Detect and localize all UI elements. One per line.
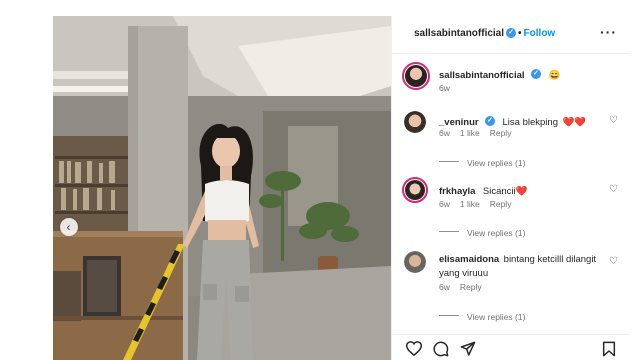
comments-panel: sallsabintanofficial ✓ • Follow ··· sallsab… [391, 16, 631, 360]
comment-avatar[interactable] [404, 111, 426, 133]
caption-time: 6w [439, 83, 450, 93]
post-photo[interactable] [53, 16, 391, 360]
action-bar [392, 334, 631, 360]
comment-username[interactable]: elisamaidona [439, 254, 499, 265]
page-margin-left [0, 0, 53, 360]
comment-meta: 6w 1 like Reply [439, 199, 521, 209]
caption-username[interactable]: sallsabintanofficial [439, 70, 525, 81]
chevron-left-icon: ‹ [66, 220, 71, 234]
view-replies-label: View replies (1) [467, 158, 526, 168]
view-replies-label: View replies (1) [467, 228, 526, 238]
post-header-user: sallsabintanofficial ✓ • Follow [414, 28, 555, 39]
comment-likes[interactable]: 1 like [460, 199, 480, 209]
comment-likes[interactable]: 1 like [460, 128, 480, 138]
reply-line [439, 231, 459, 233]
more-options-icon[interactable]: ··· [600, 24, 617, 40]
verified-badge-icon: ✓ [530, 68, 541, 79]
view-replies-button[interactable]: View replies (1) [439, 223, 525, 241]
post-header: sallsabintanofficial ✓ • Follow ··· [392, 16, 631, 54]
comment-username[interactable]: frkhayla [439, 186, 475, 197]
previous-image-button[interactable]: ‹ [60, 218, 78, 236]
comment-icon[interactable] [433, 341, 449, 357]
heart-icon[interactable] [406, 341, 422, 356]
verified-badge-icon: ✓ [506, 28, 517, 39]
comment-item: elisamaidona bintang ketcilll dilangit y… [439, 252, 604, 280]
comment-item: frkhayla Sicancii❤️ [439, 181, 527, 199]
comment-avatar[interactable] [402, 177, 428, 203]
author-avatar[interactable] [402, 62, 430, 90]
bookmark-icon[interactable] [602, 341, 616, 357]
caption-emoji: 😄 [548, 70, 561, 81]
comment-avatar[interactable] [404, 251, 426, 273]
heart-icon[interactable]: ♡ [609, 256, 618, 267]
comment-username[interactable]: _veninur [439, 117, 479, 128]
heart-icon[interactable]: ♡ [609, 115, 618, 126]
view-replies-button[interactable]: View replies (1) [439, 307, 525, 325]
comment-time: 6w [439, 282, 450, 292]
view-replies-button[interactable]: View replies (1) [439, 153, 525, 171]
comment-time: 6w [439, 128, 450, 138]
reply-line [439, 161, 459, 163]
share-icon[interactable] [460, 341, 476, 357]
comment-text: Lisa blekping [502, 117, 558, 128]
verified-badge-icon: ✓ [485, 115, 496, 126]
reply-button[interactable]: Reply [490, 128, 512, 138]
reply-line [439, 315, 459, 317]
author-username[interactable]: sallsabintanofficial [414, 28, 504, 39]
comment-meta: 6w Reply [439, 282, 492, 292]
comment-emoji: ❤️ [515, 186, 528, 197]
comment-meta: 6w 1 like Reply [439, 128, 521, 138]
comment-emoji: ❤️❤️ [562, 117, 587, 128]
reply-button[interactable]: Reply [490, 199, 512, 209]
follow-button[interactable]: Follow [524, 28, 556, 39]
caption: sallsabintanofficial ✓ 😄 [439, 65, 560, 83]
view-replies-label: View replies (1) [467, 312, 526, 322]
reply-button[interactable]: Reply [460, 282, 482, 292]
comment-text: Sicancii [482, 186, 516, 197]
heart-icon[interactable]: ♡ [609, 184, 618, 195]
page-margin-right [630, 0, 640, 360]
separator-dot: • [518, 28, 522, 39]
comment-time: 6w [439, 199, 450, 209]
